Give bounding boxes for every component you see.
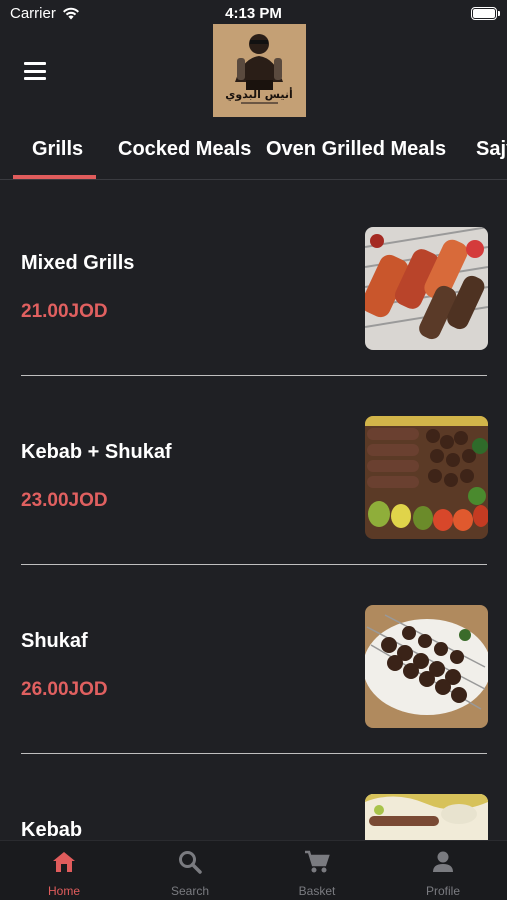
- item-photo: [365, 227, 488, 350]
- menu-item-mixed-grills[interactable]: Mixed Grills 21.00JOD: [0, 180, 507, 376]
- tabbar-search[interactable]: Search: [127, 841, 253, 900]
- tab-oven-grilled-meals[interactable]: Oven Grilled Meals: [266, 138, 446, 161]
- restaurant-logo: أنيس البدوي: [213, 24, 306, 117]
- bottom-tab-bar: Home Search Basket Profile: [0, 840, 507, 900]
- tab-cocked-meals[interactable]: Cocked Meals: [118, 138, 251, 161]
- item-photo: [365, 794, 488, 840]
- cart-icon: [305, 850, 330, 873]
- tabbar-basket[interactable]: Basket: [254, 841, 380, 900]
- menu-line: [24, 62, 46, 65]
- tabbar-profile[interactable]: Profile: [380, 841, 506, 900]
- item-price: 23.00JOD: [21, 490, 108, 511]
- item-name: Shukaf: [21, 630, 88, 652]
- search-icon: [179, 851, 202, 874]
- item-photo: [365, 416, 488, 539]
- active-tab-indicator: [13, 175, 96, 179]
- item-name: Kebab: [21, 819, 83, 840]
- menu-item-kebab[interactable]: Kebab: [0, 747, 507, 840]
- profile-icon: [433, 851, 453, 872]
- item-price: 26.00JOD: [21, 679, 108, 700]
- menu-line: [24, 69, 46, 73]
- tab-grills[interactable]: Grills: [32, 138, 83, 161]
- battery-icon: [471, 7, 500, 20]
- tabbar-label: Profile: [425, 884, 460, 898]
- tabbar-home[interactable]: Home: [1, 841, 127, 900]
- hamburger-menu-button[interactable]: [24, 62, 46, 80]
- item-photo: [365, 605, 488, 728]
- status-time: 4:13 PM: [225, 5, 282, 22]
- logo-text: أنيس البدوي: [225, 87, 292, 101]
- menu-item-list: Mixed Grills 21.00JOD Kebab + Shukaf 23.…: [0, 180, 507, 840]
- category-tabs: Grills Cocked Meals Oven Grilled Meals S…: [0, 128, 507, 180]
- item-name: Mixed Grills: [21, 252, 135, 274]
- menu-item-shukaf[interactable]: Shukaf 26.00JOD: [0, 558, 507, 754]
- home-icon: [53, 852, 75, 872]
- tab-sajy[interactable]: Sajy: [476, 138, 507, 161]
- tabbar-label: Home: [47, 884, 80, 898]
- tabbar-label: Basket: [298, 884, 336, 898]
- item-price: 21.00JOD: [21, 301, 108, 322]
- menu-line: [24, 77, 46, 80]
- item-name: Kebab + Shukaf: [21, 441, 172, 463]
- tabbar-label: Search: [170, 884, 210, 898]
- menu-item-kebab-shukaf[interactable]: Kebab + Shukaf 23.00JOD: [0, 369, 507, 565]
